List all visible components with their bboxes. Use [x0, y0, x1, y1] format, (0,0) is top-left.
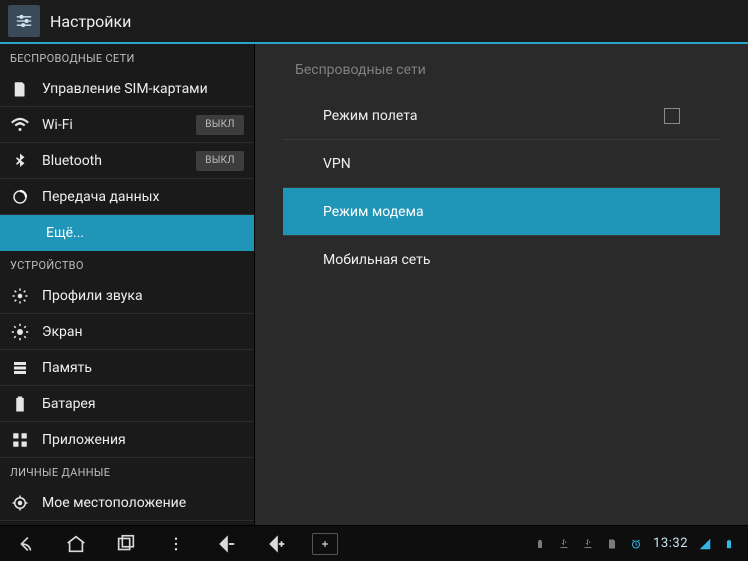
wifi-toggle[interactable]: ВЫКЛ: [196, 115, 244, 135]
data-usage-icon: [10, 187, 30, 207]
status-tray[interactable]: 13:32: [533, 536, 742, 551]
sidebar-section-wireless: БЕСПРОВОДНЫЕ СЕТИ: [0, 44, 254, 71]
row-label: VPN: [323, 156, 680, 172]
storage-icon: [10, 358, 30, 378]
row-label: Режим полета: [323, 108, 664, 124]
display-icon: [10, 322, 30, 342]
sidebar-item-label: Приложения: [42, 432, 244, 448]
sidebar-item-label: Батарея: [42, 396, 244, 412]
airplane-mode-checkbox[interactable]: [664, 108, 680, 124]
sidebar-item-sound-profiles[interactable]: Профили звука: [0, 278, 254, 314]
sidebar-item-display[interactable]: Экран: [0, 314, 254, 350]
settings-app-icon: [8, 5, 40, 37]
row-label: Мобильная сеть: [323, 252, 680, 268]
sidebar-item-wifi[interactable]: Wi-Fi ВЫКЛ: [0, 107, 254, 143]
sim-icon: [10, 79, 30, 99]
sd-card-icon: [605, 537, 619, 551]
row-airplane-mode[interactable]: Режим полета: [283, 92, 720, 140]
sidebar-item-label: Wi-Fi: [42, 117, 196, 133]
nav-screenshot-button[interactable]: [312, 533, 338, 555]
sidebar-item-data-usage[interactable]: Передача данных: [0, 179, 254, 215]
battery-status-icon: [722, 537, 736, 551]
row-tethering[interactable]: Режим модема: [283, 188, 720, 236]
sidebar-item-label: Ещё...: [46, 225, 244, 241]
sound-icon: [10, 286, 30, 306]
sidebar-item-label: Управление SIM-картами: [42, 81, 244, 97]
nav-volume-down-button[interactable]: [212, 530, 240, 558]
app-title: Настройки: [50, 12, 131, 31]
sidebar-section-personal: ЛИЧНЫЕ ДАННЫЕ: [0, 458, 254, 485]
action-bar: Настройки: [0, 0, 748, 44]
sidebar-item-label: Профили звука: [42, 288, 244, 304]
content-title: Беспроводные сети: [255, 44, 748, 92]
system-navbar: 13:32: [0, 525, 748, 561]
row-label: Режим модема: [323, 204, 680, 220]
sidebar-section-device: УСТРОЙСТВО: [0, 251, 254, 278]
apps-icon: [10, 430, 30, 450]
bluetooth-icon: [10, 151, 30, 171]
nav-back-button[interactable]: [12, 530, 40, 558]
nav-recents-button[interactable]: [112, 530, 140, 558]
download-icon: [557, 537, 571, 551]
sidebar-item-label: Память: [42, 360, 244, 376]
sidebar-item-apps[interactable]: Приложения: [0, 422, 254, 458]
sidebar-item-more[interactable]: Ещё...: [0, 215, 254, 251]
nav-menu-button[interactable]: [162, 530, 190, 558]
row-vpn[interactable]: VPN: [283, 140, 720, 188]
settings-sidebar: БЕСПРОВОДНЫЕ СЕТИ Управление SIM-картами…: [0, 44, 255, 525]
sidebar-item-label: Bluetooth: [42, 153, 196, 169]
sidebar-item-label: Экран: [42, 324, 244, 340]
nav-home-button[interactable]: [62, 530, 90, 558]
sidebar-item-battery[interactable]: Батарея: [0, 386, 254, 422]
battery-icon: [10, 394, 30, 414]
content-pane: Беспроводные сети Режим полета VPN Режим…: [255, 44, 748, 525]
usb-icon: [533, 537, 547, 551]
alarm-icon: [629, 537, 643, 551]
nav-volume-up-button[interactable]: [262, 530, 290, 558]
sidebar-item-location[interactable]: Мое местоположение: [0, 485, 254, 521]
sidebar-item-bluetooth[interactable]: Bluetooth ВЫКЛ: [0, 143, 254, 179]
location-icon: [10, 493, 30, 513]
row-mobile-network[interactable]: Мобильная сеть: [283, 236, 720, 284]
download-icon: [581, 537, 595, 551]
sidebar-item-label: Передача данных: [42, 189, 244, 205]
sidebar-item-storage[interactable]: Память: [0, 350, 254, 386]
signal-icon: [698, 537, 712, 551]
sidebar-item-label: Мое местоположение: [42, 495, 244, 511]
status-clock: 13:32: [653, 536, 688, 551]
sidebar-item-sim-management[interactable]: Управление SIM-картами: [0, 71, 254, 107]
wifi-icon: [10, 115, 30, 135]
bluetooth-toggle[interactable]: ВЫКЛ: [196, 151, 244, 171]
